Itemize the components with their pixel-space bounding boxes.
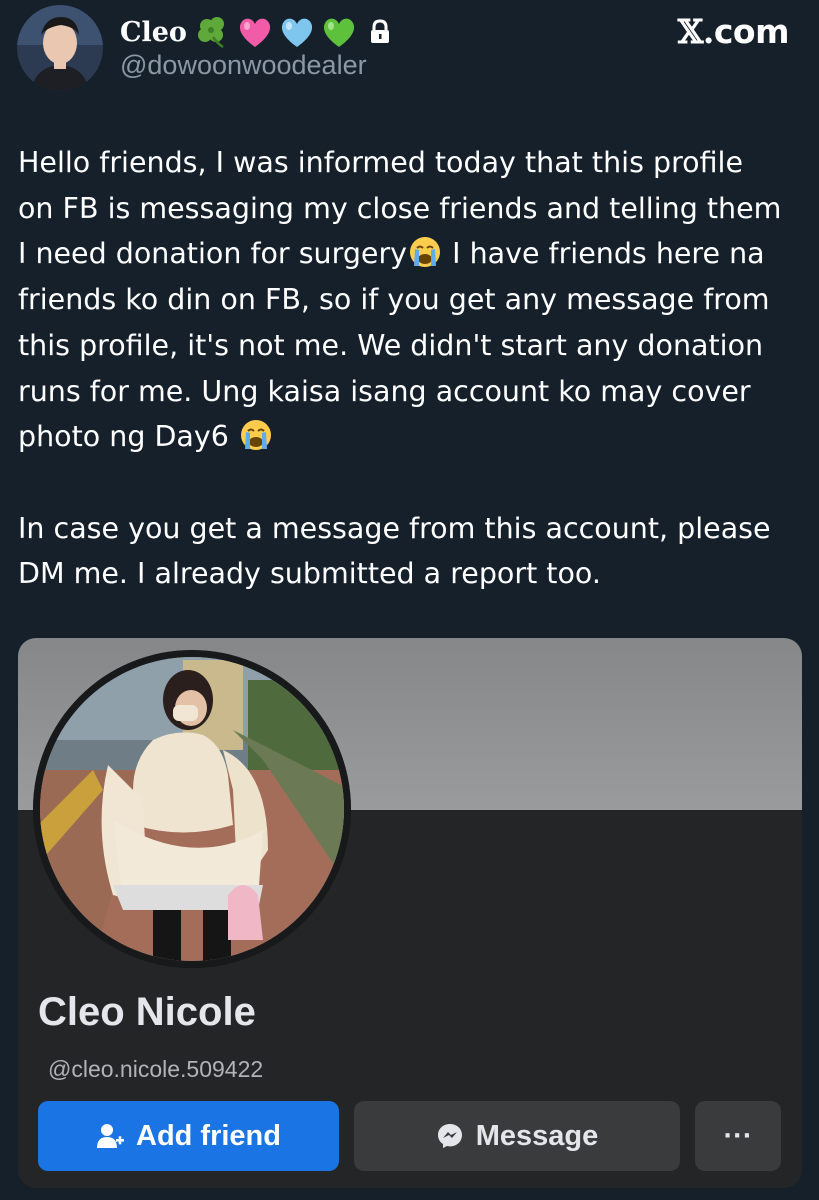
tweet-line: runs for me. Ung kaisa isang account ko … [18, 374, 751, 408]
lock-icon [369, 19, 391, 45]
green-heart-icon [321, 15, 357, 49]
facebook-profile-screenshot: Cleo Nicole @cleo.nicole.509422 Add frie… [18, 638, 802, 1188]
author-handle[interactable]: @dowoonwoodealer [120, 50, 367, 81]
tweet-header: Cleo @dowoonwoodealer 𝕏.com [0, 0, 819, 110]
profile-name: Cleo Nicole [38, 990, 256, 1034]
brand-domain: com [713, 12, 790, 51]
four-leaf-clover-icon [195, 15, 231, 49]
tweet-line: In case you get a message from this acco… [18, 511, 771, 545]
profile-photo [33, 650, 351, 968]
messenger-icon [436, 1122, 464, 1150]
tweet-line: photo ng Day6 [18, 420, 238, 454]
tweet-line: this profile, it's not me. We didn't sta… [18, 328, 764, 362]
x-logo-text: 𝕏. [677, 12, 715, 51]
loudly-crying-face-icon [409, 236, 441, 268]
tweet-line: on FB is messaging my close friends and … [18, 191, 782, 225]
tweet-line: I need donation for surgery [18, 237, 408, 271]
add-friend-icon [96, 1123, 124, 1149]
author-avatar[interactable] [17, 5, 103, 91]
tweet-line: Hello friends, I was informed today that… [18, 146, 743, 179]
add-friend-button[interactable]: Add friend [38, 1101, 339, 1171]
profile-username: @cleo.nicole.509422 [48, 1056, 264, 1082]
add-friend-label: Add friend [136, 1119, 281, 1152]
tweet-line: DM me. I already submitted a report too. [18, 557, 601, 591]
x-com-watermark: 𝕏.com [677, 12, 790, 51]
message-label: Message [475, 1119, 599, 1152]
tweet-line: I have friends here na [443, 237, 765, 271]
tweet-paragraph-1: Hello friends, I was informed today that… [18, 140, 813, 460]
more-options-button[interactable]: ··· [695, 1101, 781, 1171]
tweet-paragraph-2: In case you get a message from this acco… [18, 506, 813, 597]
pink-heart-icon [237, 15, 273, 49]
light-blue-heart-icon [279, 15, 315, 49]
tweet-line: friends ko din on FB, so if you get any … [18, 283, 770, 317]
author-display-name[interactable]: Cleo [120, 17, 187, 48]
author-name-row: Cleo [120, 12, 391, 52]
loudly-crying-face-icon [240, 419, 272, 451]
message-button[interactable]: Message [354, 1101, 680, 1171]
more-options-icon: ··· [723, 1119, 753, 1152]
tweet-body: Hello friends, I was informed today that… [18, 140, 813, 597]
